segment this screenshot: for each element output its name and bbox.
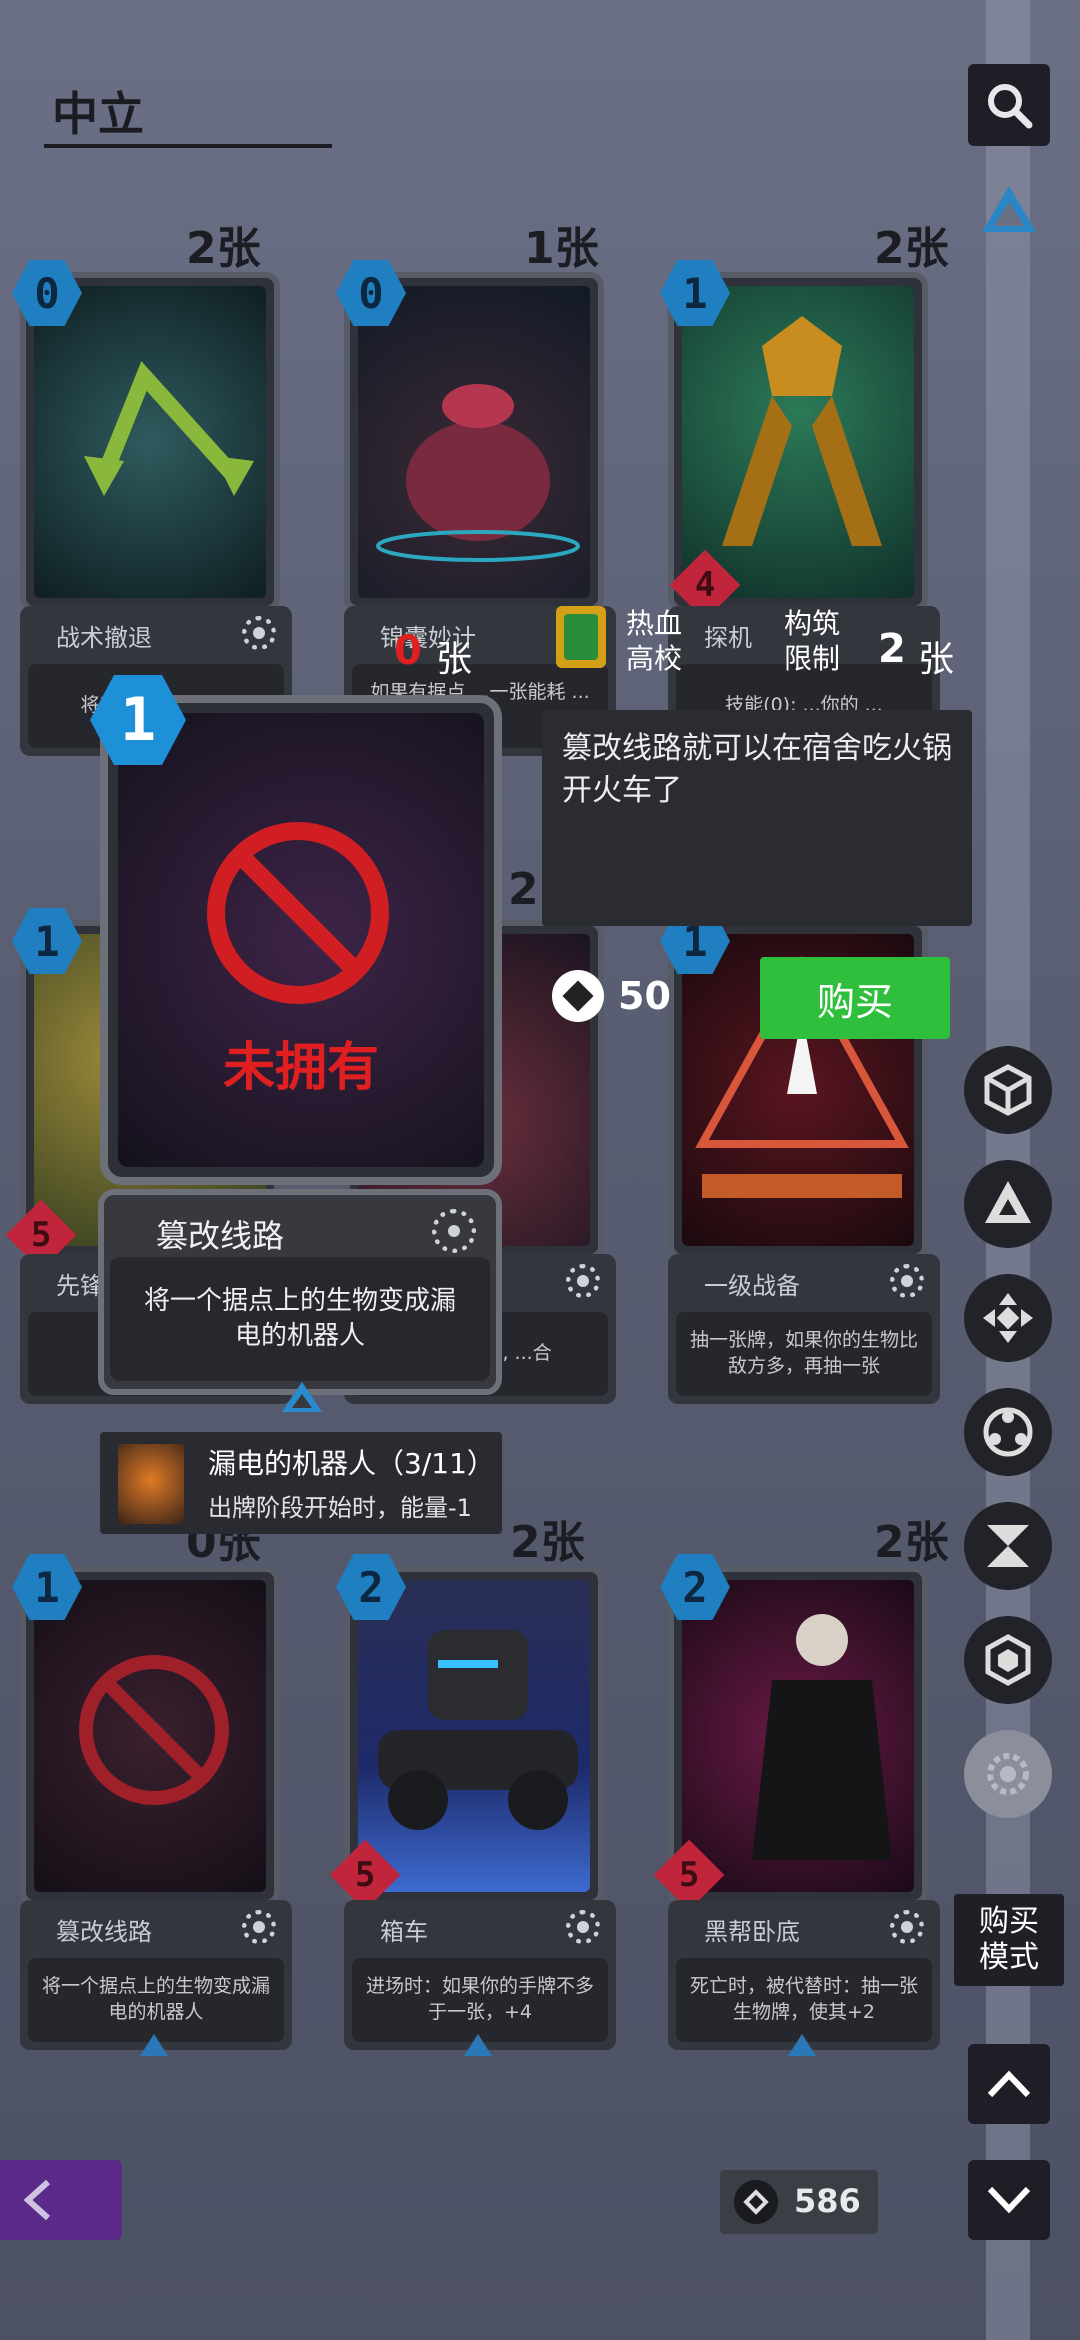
flavor-text: 篡改线路就可以在宿舍吃火锅开火车了 — [562, 731, 952, 808]
scroll-top-icon[interactable] — [980, 184, 1038, 234]
cube-icon — [984, 1064, 1032, 1116]
set-name: 热血高校 — [626, 607, 683, 675]
card-info: 篡改线路 将一个据点上的生物变成漏电的机器人 — [20, 1900, 292, 2050]
filter-orb-button[interactable] — [964, 1388, 1052, 1476]
card-name: 先锋 — [56, 1272, 104, 1300]
title-underline — [44, 144, 332, 148]
prohibited-icon — [79, 1655, 229, 1805]
token-name: 漏电的机器人（3/11） — [208, 1447, 495, 1480]
expand-icon[interactable] — [280, 1380, 324, 1414]
card-info: 黑帮卧底 死亡时，被代替时：抽一张生物牌，使其+2 — [668, 1900, 940, 2050]
detail-card-desc: 将一个据点上的生物变成漏电的机器人 — [110, 1257, 490, 1381]
card-info: 一级战备 抽一张牌，如果你的生物比敌方多，再抽一张 — [668, 1254, 940, 1404]
token-desc: 出牌阶段开始时，能量-1 — [208, 1494, 472, 1522]
build-limit-unit: 张 — [918, 639, 955, 680]
arrows-faction-icon — [983, 1293, 1033, 1343]
not-owned-label: 未拥有 — [222, 1038, 379, 1098]
neutral-gear-icon — [987, 1753, 1029, 1795]
card-name: 战术撤退 — [56, 624, 152, 652]
filter-cube-button[interactable] — [964, 1046, 1052, 1134]
card-name: 黑帮卧底 — [704, 1918, 800, 1946]
hourglass-faction-icon — [987, 1525, 1029, 1567]
gear-icon — [566, 1264, 600, 1298]
detail-card: 未拥有 1 篡改线路 将一个据点上的生物变成漏电的机器人 — [90, 675, 502, 1395]
token-tooltip: 漏电的机器人（3/11） 出牌阶段开始时，能量-1 — [100, 1432, 502, 1534]
search-icon — [988, 84, 1033, 129]
card-count: 2张 — [510, 1517, 585, 1568]
retreat-arrows-art — [84, 361, 254, 496]
currency-amount: 586 — [794, 2182, 861, 2220]
owned-unit: 张 — [436, 639, 473, 680]
filter-triangle-button[interactable] — [964, 1160, 1052, 1248]
card-name: 一级战备 — [704, 1272, 800, 1300]
gear-icon — [242, 1910, 276, 1944]
search-button[interactable] — [968, 64, 1050, 146]
filter-hex-button[interactable] — [964, 1616, 1052, 1704]
set-icon — [550, 602, 624, 672]
page-up-button[interactable] — [968, 2044, 1050, 2124]
build-limit-label: 构筑限制 — [784, 607, 841, 675]
flavor-text-box: 篡改线路就可以在宿舍吃火锅开火车了 — [542, 710, 972, 926]
coin-icon — [552, 970, 604, 1022]
token-robot-icon — [118, 1444, 184, 1524]
card-name: 篡改线路 — [56, 1918, 152, 1946]
filter-arrows-button[interactable] — [964, 1274, 1052, 1362]
filter-neutral-button[interactable] — [964, 1730, 1052, 1818]
chevron-left-icon — [23, 2179, 51, 2221]
card-name: 探机 — [704, 624, 752, 652]
gear-icon — [566, 1910, 600, 1944]
card-count: 2 — [508, 864, 539, 915]
gear-icon — [432, 1209, 476, 1253]
card-count: 2张 — [186, 223, 261, 274]
filter-hourglass-button[interactable] — [964, 1502, 1052, 1590]
gear-icon — [242, 616, 276, 650]
detail-info-panel: 篡改线路 将一个据点上的生物变成漏电的机器人 — [98, 1189, 502, 1395]
card-info: 箱车 进场时：如果你的手牌不多于一张，+4 — [344, 1900, 616, 2050]
chevron-down-icon — [987, 2186, 1031, 2214]
price: 50 — [618, 974, 671, 1018]
coin-icon — [734, 2180, 778, 2224]
card-desc: 死亡时，被代替时：抽一张生物牌，使其+2 — [676, 1958, 932, 2042]
robot-car-art — [378, 1630, 578, 1830]
build-limit-count: 2 — [878, 626, 906, 672]
card-count: 1张 — [524, 223, 599, 274]
triangle-faction-icon — [985, 1181, 1031, 1223]
card-count: 2张 — [874, 223, 949, 274]
page-down-button[interactable] — [968, 2160, 1050, 2240]
owned-count: 0 — [394, 628, 422, 674]
probe-art — [722, 316, 882, 546]
silk-bag-art — [376, 384, 580, 562]
card-count: 2张 — [874, 1517, 949, 1568]
card-desc: 进场时：如果你的手牌不多于一张，+4 — [352, 1958, 608, 2042]
chevron-up-icon — [987, 2070, 1031, 2098]
back-button[interactable] — [0, 2160, 122, 2240]
gear-icon — [890, 1910, 924, 1944]
currency-display: 586 — [720, 2170, 878, 2234]
buy-mode-button[interactable]: 购买模式 — [954, 1894, 1064, 1986]
card-desc: 将一个据点上的生物变成漏电的机器人 — [28, 1958, 284, 2042]
hex-faction-icon — [985, 1634, 1031, 1686]
detail-card-name: 篡改线路 — [156, 1217, 285, 1255]
gang-boss-art — [752, 1614, 892, 1860]
buy-button[interactable]: 购买 — [760, 957, 950, 1039]
card-name: 箱车 — [380, 1918, 428, 1946]
card-desc: 抽一张牌，如果你的生物比敌方多，再抽一张 — [676, 1312, 932, 1396]
page-title: 中立 — [52, 87, 144, 141]
gear-icon — [890, 1264, 924, 1298]
orb-faction-icon — [983, 1407, 1033, 1457]
